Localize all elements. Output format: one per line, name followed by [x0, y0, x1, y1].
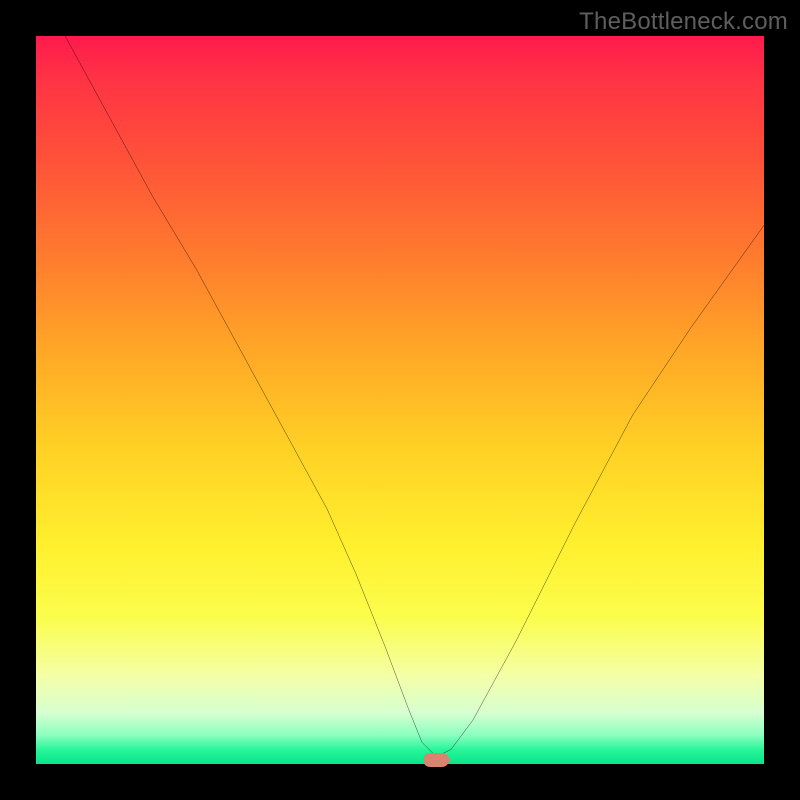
- watermark-text: TheBottleneck.com: [579, 8, 788, 36]
- optimum-marker: [423, 753, 449, 767]
- bottleneck-curve: [36, 36, 764, 764]
- plot-area: [36, 36, 764, 764]
- chart-frame: TheBottleneck.com: [0, 0, 800, 800]
